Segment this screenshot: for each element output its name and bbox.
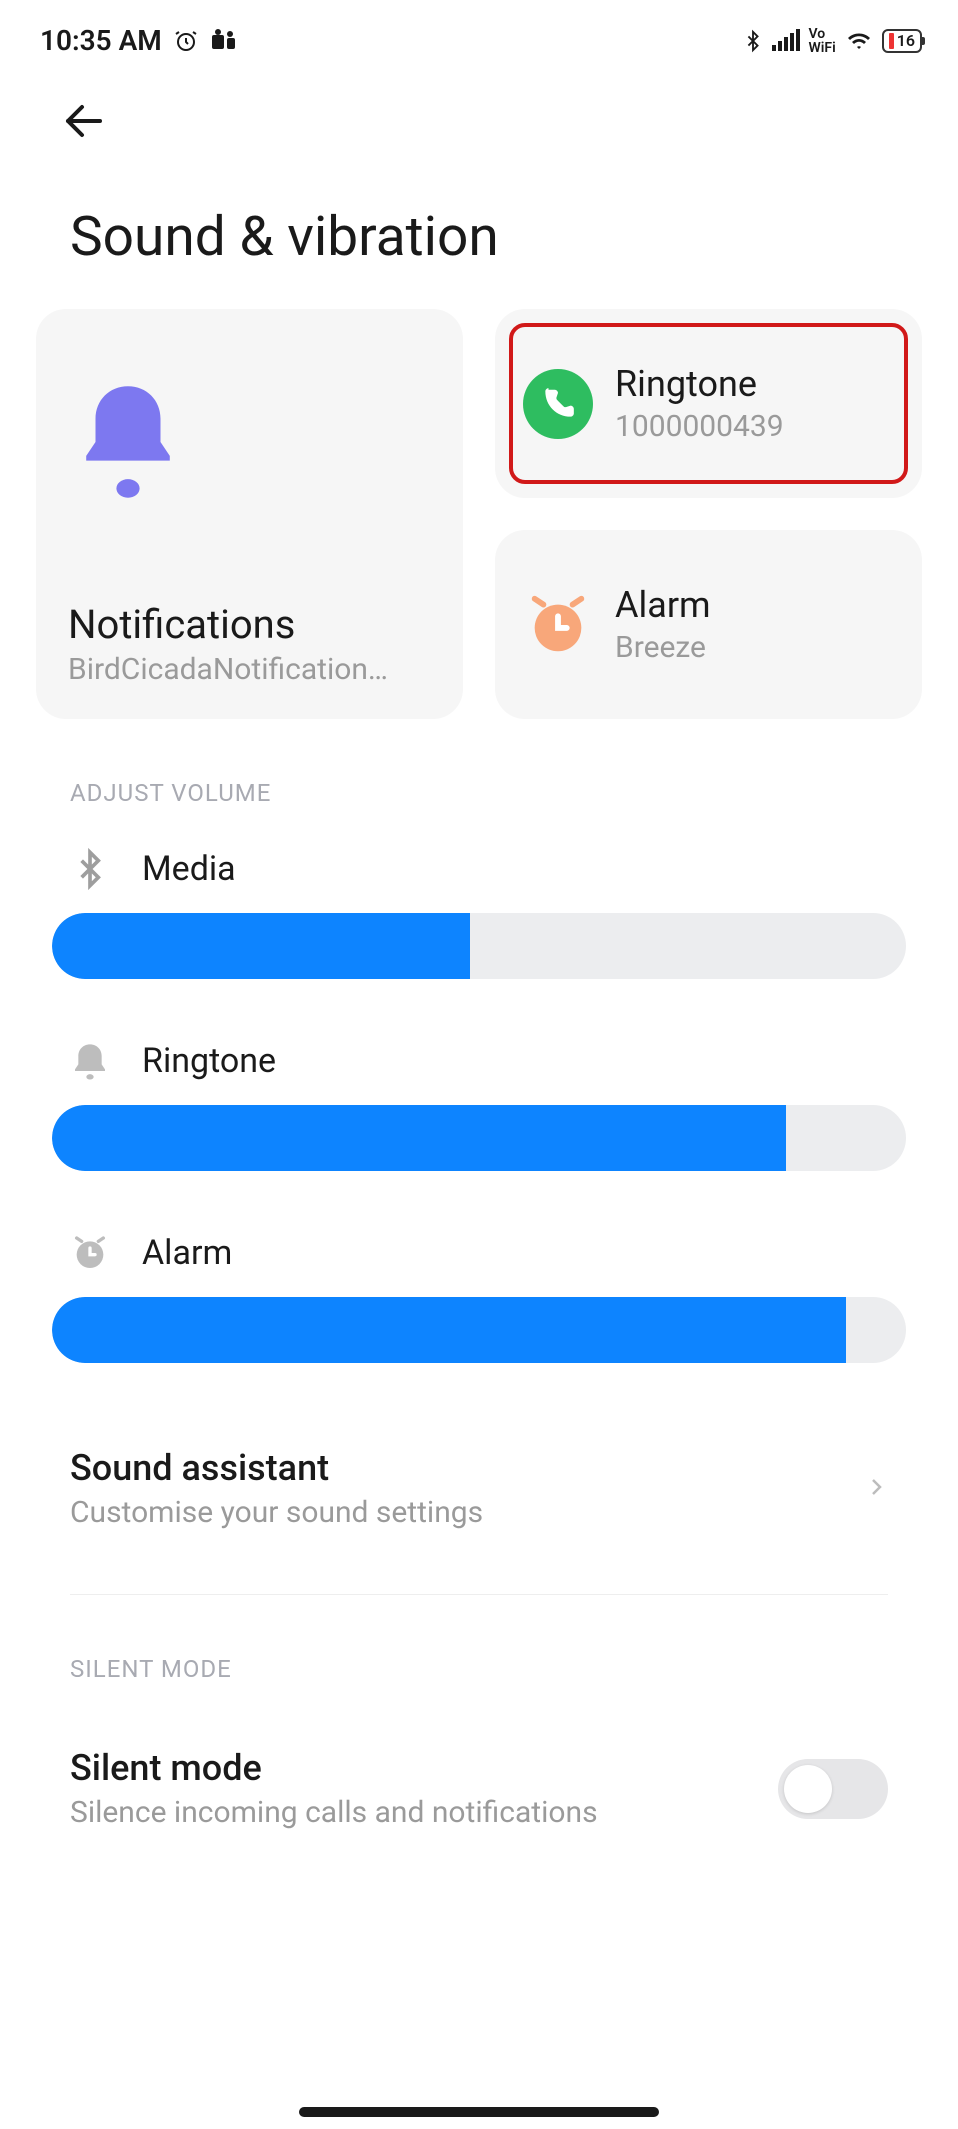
status-right: VoWiFi 16: [742, 27, 922, 55]
battery-status-icon: 16: [882, 29, 922, 53]
signal-status-icon: [772, 29, 800, 53]
alarm-volume-label: Alarm: [142, 1233, 232, 1273]
notifications-label: Notifications: [68, 601, 431, 648]
media-volume-label: Media: [142, 849, 236, 889]
media-volume-fill: [52, 913, 470, 979]
ringtone-label: Ringtone: [615, 363, 784, 405]
vowifi-status-icon: VoWiFi: [808, 27, 835, 55]
notifications-card[interactable]: Notifications BirdCicadaNotification…: [36, 309, 463, 719]
sound-assistant-row[interactable]: Sound assistant Customise your sound set…: [0, 1423, 958, 1554]
ringtone-volume-label: Ringtone: [142, 1041, 276, 1081]
status-left: 10:35 AM: [40, 24, 238, 57]
adjust-volume-header: ADJUST VOLUME: [0, 719, 958, 847]
media-volume: Media: [52, 847, 906, 979]
alarm-volume: Alarm: [52, 1231, 906, 1363]
bluetooth-icon: [70, 847, 114, 891]
alarm-status-icon: [174, 29, 198, 53]
ringtone-volume-slider[interactable]: [52, 1105, 906, 1171]
silent-mode-title: Silent mode: [70, 1747, 598, 1789]
back-arrow-icon: [60, 97, 108, 145]
sound-assistant-title: Sound assistant: [70, 1447, 483, 1489]
silent-mode-toggle[interactable]: [778, 1759, 888, 1819]
silent-mode-row: Silent mode Silence incoming calls and n…: [0, 1723, 958, 1830]
bell-small-icon: [70, 1039, 114, 1083]
status-bar: 10:35 AM VoWiFi 16: [0, 0, 958, 67]
alarm-icon: [523, 590, 593, 660]
silent-mode-sub: Silence incoming calls and notifications: [70, 1795, 598, 1830]
media-volume-slider[interactable]: [52, 913, 906, 979]
toggle-knob: [784, 1765, 832, 1813]
ringtone-card[interactable]: Ringtone 1000000439: [495, 309, 922, 498]
battery-level: 16: [897, 31, 915, 50]
alarm-card[interactable]: Alarm Breeze: [495, 530, 922, 719]
bluetooth-status-icon: [742, 28, 764, 54]
gesture-bar[interactable]: [299, 2107, 659, 2117]
chevron-right-icon: [864, 1475, 888, 1503]
alarm-value: Breeze: [615, 630, 711, 665]
alarm-label: Alarm: [615, 584, 711, 626]
silent-mode-header: SILENT MODE: [0, 1595, 958, 1723]
teams-status-icon: [210, 29, 238, 53]
wifi-status-icon: [844, 29, 874, 53]
status-time: 10:35 AM: [40, 24, 162, 57]
ringtone-value: 1000000439: [615, 409, 784, 444]
page-title: Sound & vibration: [0, 145, 958, 309]
ringtone-volume: Ringtone: [52, 1039, 906, 1171]
sound-assistant-sub: Customise your sound settings: [70, 1495, 483, 1530]
back-button[interactable]: [0, 67, 958, 145]
volume-block: Media Ringtone Alarm: [0, 847, 958, 1363]
alarm-small-icon: [70, 1231, 114, 1275]
alarm-volume-slider[interactable]: [52, 1297, 906, 1363]
alarm-volume-fill: [52, 1297, 846, 1363]
bell-icon: [68, 377, 431, 511]
notifications-value: BirdCicadaNotification…: [68, 652, 428, 687]
phone-icon: [523, 369, 593, 439]
sound-cards: Notifications BirdCicadaNotification… Ri…: [0, 309, 958, 719]
ringtone-volume-fill: [52, 1105, 786, 1171]
